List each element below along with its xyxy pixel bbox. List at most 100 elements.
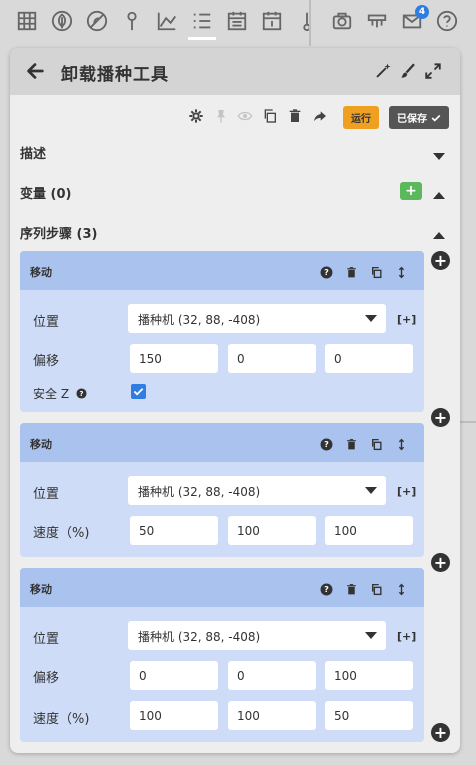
- copy-icon[interactable]: [262, 108, 278, 124]
- step-title: 移动: [30, 438, 52, 451]
- chevron-down-icon: [365, 632, 377, 639]
- variables-section-label[interactable]: 变量 (0): [20, 183, 71, 202]
- run-button[interactable]: 运行: [343, 106, 379, 129]
- location-value: 播种机 (32, 88, -408): [138, 485, 261, 499]
- farmbot-icon[interactable]: [363, 6, 391, 36]
- offset-y-input[interactable]: 0: [228, 344, 316, 373]
- add-step-button[interactable]: +: [431, 251, 450, 270]
- calendar-icon[interactable]: [223, 6, 251, 36]
- trash-icon[interactable]: [345, 436, 358, 450]
- drag-handle-icon[interactable]: [395, 436, 408, 451]
- help-icon[interactable]: [433, 6, 461, 36]
- location-select[interactable]: 播种机 (32, 88, -408): [128, 304, 386, 333]
- copy-icon[interactable]: [370, 581, 383, 596]
- chevron-up-icon[interactable]: [432, 226, 446, 239]
- pin-icon[interactable]: [213, 108, 229, 124]
- grid-icon[interactable]: [13, 6, 41, 36]
- chevron-down-icon: [365, 487, 377, 494]
- divider: [460, 421, 476, 423]
- eye-icon[interactable]: [237, 108, 253, 124]
- location-label: 位置: [33, 315, 60, 330]
- safe-z-text: 安全 Z: [33, 387, 70, 401]
- help-icon[interactable]: ?: [76, 388, 87, 399]
- map-pin-icon[interactable]: [118, 6, 146, 36]
- help-icon[interactable]: ?: [320, 436, 333, 451]
- magic-wand-icon[interactable]: [374, 62, 392, 80]
- leaf-icon[interactable]: [48, 6, 76, 36]
- copy-icon[interactable]: [370, 436, 383, 451]
- chevron-down-icon: [365, 315, 377, 322]
- sequence-icon[interactable]: [188, 6, 216, 40]
- svg-text:?: ?: [79, 390, 83, 398]
- step-header: 移动 ?: [20, 568, 424, 607]
- offset-z-input[interactable]: 100: [325, 661, 413, 690]
- add-step-button[interactable]: +: [431, 553, 450, 572]
- svg-text:?: ?: [324, 439, 329, 449]
- offset-label: 偏移: [33, 671, 60, 686]
- thermometer-icon[interactable]: [293, 6, 321, 36]
- saved-label: 已保存: [397, 114, 427, 125]
- speed-y-input[interactable]: 100: [228, 516, 316, 545]
- copy-icon[interactable]: [370, 264, 383, 279]
- add-step-button[interactable]: +: [431, 408, 450, 427]
- add-variable-link[interactable]: [+]: [397, 630, 416, 643]
- drag-handle-icon[interactable]: [395, 581, 408, 596]
- add-step-button[interactable]: +: [431, 723, 450, 742]
- chevron-down-icon[interactable]: [432, 146, 446, 160]
- chevron-up-icon[interactable]: [432, 186, 446, 199]
- offset-y-input[interactable]: 0: [228, 661, 316, 690]
- chart-icon[interactable]: [153, 6, 181, 36]
- location-label: 位置: [33, 632, 60, 647]
- speed-y-input[interactable]: 100: [228, 701, 316, 730]
- step-title: 移动: [30, 583, 52, 596]
- add-variable-link[interactable]: [+]: [397, 313, 416, 326]
- divider: [309, 0, 311, 46]
- add-variable-button[interactable]: +: [400, 182, 422, 200]
- help-icon[interactable]: ?: [320, 581, 333, 596]
- add-variable-link[interactable]: [+]: [397, 485, 416, 498]
- paintbrush-icon[interactable]: [399, 62, 417, 80]
- move-step: 移动 ? 位置 播种机 (32, 88, -408) [+] 偏移 150 0 …: [20, 251, 424, 412]
- svg-text:?: ?: [324, 267, 329, 277]
- gear-icon[interactable]: [188, 108, 204, 124]
- back-arrow-icon[interactable]: [24, 60, 46, 82]
- mail-icon[interactable]: 4: [398, 5, 429, 36]
- speed-label: 速度（%): [33, 712, 90, 727]
- trash-icon[interactable]: [287, 108, 303, 124]
- checkmark-icon: [431, 114, 441, 122]
- location-label: 位置: [33, 487, 60, 502]
- speed-x-input[interactable]: 50: [130, 516, 218, 545]
- share-icon[interactable]: [312, 108, 328, 124]
- svg-text:?: ?: [324, 584, 329, 594]
- trash-icon[interactable]: [345, 581, 358, 595]
- camera-icon[interactable]: [328, 6, 356, 36]
- drag-handle-icon[interactable]: [395, 264, 408, 279]
- safe-z-label: 安全 Z ?: [33, 385, 87, 402]
- location-select[interactable]: 播种机 (32, 88, -408): [128, 621, 386, 650]
- location-select[interactable]: 播种机 (32, 88, -408): [128, 476, 386, 505]
- no-weeds-icon[interactable]: [83, 6, 111, 36]
- saved-button[interactable]: 已保存: [389, 106, 449, 129]
- page-title: 卸载播种工具: [61, 65, 169, 85]
- offset-z-input[interactable]: 0: [325, 344, 413, 373]
- speed-z-input[interactable]: 50: [325, 701, 413, 730]
- move-step: 移动 ? 位置 播种机 (32, 88, -408) [+] 速度（%) 50 …: [20, 423, 424, 557]
- notification-badge: 4: [415, 5, 429, 19]
- top-navigation: 4: [0, 0, 476, 46]
- step-header: 移动 ?: [20, 251, 424, 290]
- location-value: 播种机 (32, 88, -408): [138, 313, 261, 327]
- speed-x-input[interactable]: 100: [130, 701, 218, 730]
- description-section-label[interactable]: 描述: [20, 143, 46, 162]
- panel-header: 卸载播种工具: [10, 48, 460, 95]
- checkmark-icon: [133, 388, 144, 396]
- speed-z-input[interactable]: 100: [325, 516, 413, 545]
- sequence-steps-section-label[interactable]: 序列步骤 (3): [20, 223, 97, 242]
- help-icon[interactable]: ?: [320, 264, 333, 279]
- offset-x-input[interactable]: 150: [130, 344, 218, 373]
- calendar-day-icon[interactable]: [258, 6, 286, 36]
- trash-icon[interactable]: [345, 264, 358, 278]
- offset-x-input[interactable]: 0: [130, 661, 218, 690]
- expand-icon[interactable]: [424, 62, 442, 80]
- safe-z-checkbox[interactable]: [131, 384, 146, 399]
- step-title: 移动: [30, 266, 52, 279]
